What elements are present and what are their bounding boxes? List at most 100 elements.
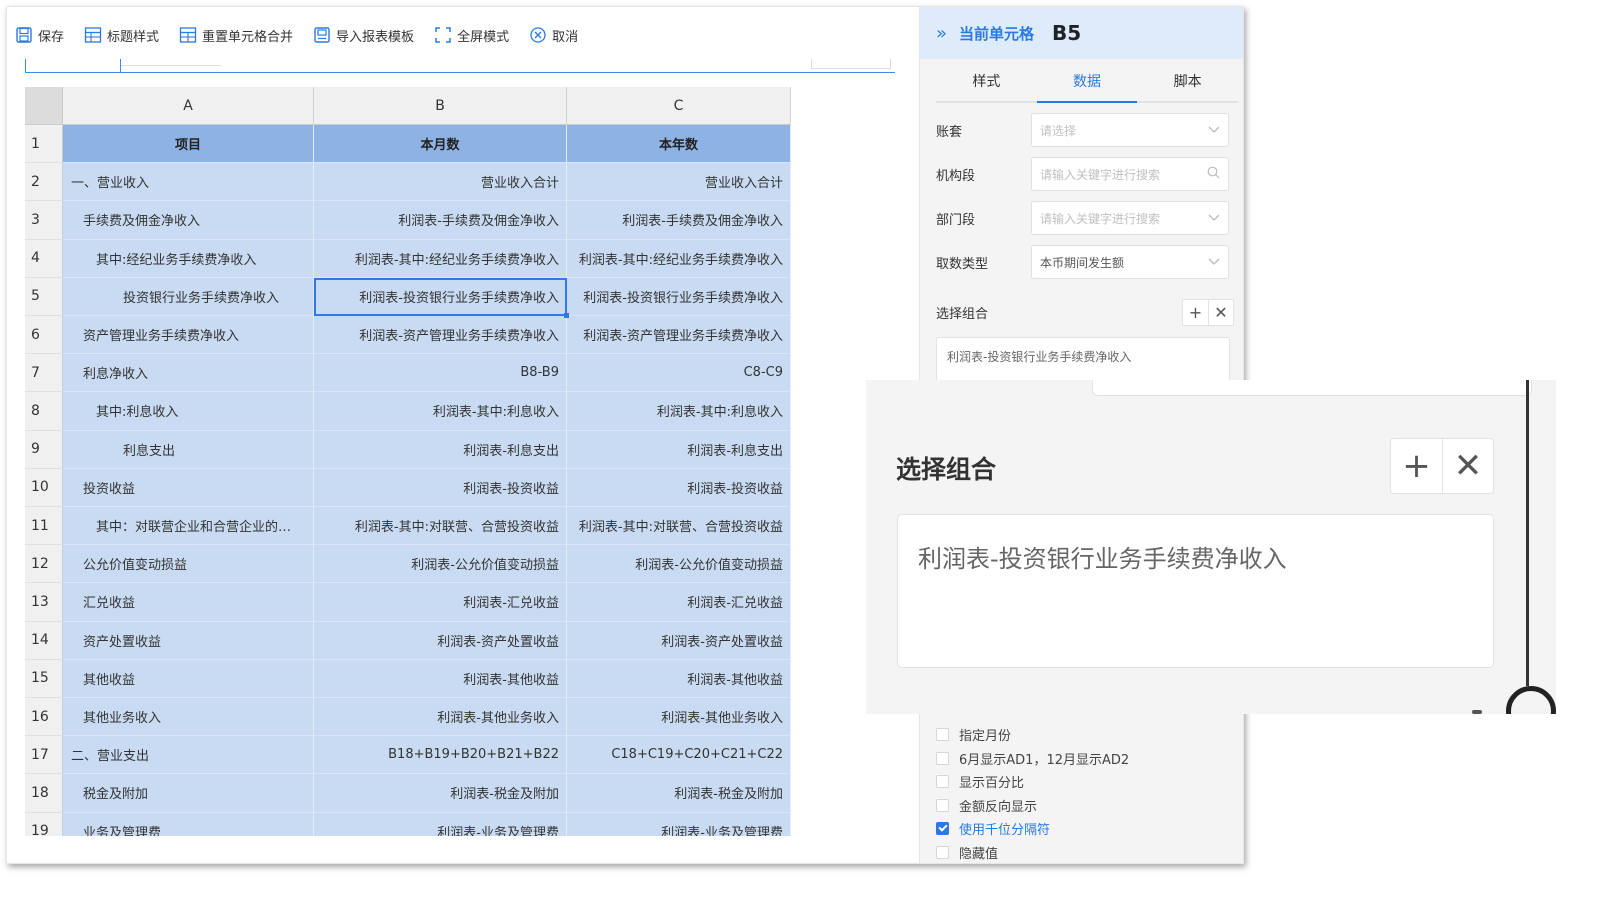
- checkbox-reverse-amount[interactable]: 金额反向显示: [936, 794, 1236, 818]
- cell-b7[interactable]: B8-B9: [314, 354, 567, 393]
- cell-a17[interactable]: 二、营业支出: [63, 736, 314, 775]
- cell-c4[interactable]: 利润表-其中:经纪业务手续费净收入: [567, 239, 791, 278]
- checkbox-box[interactable]: [936, 775, 949, 789]
- cell-a9[interactable]: 利息支出: [63, 430, 314, 469]
- cell-b13[interactable]: 利润表-汇兑收益: [314, 583, 567, 622]
- cell-a5[interactable]: 投资银行业务手续费净收入: [63, 277, 314, 316]
- row-header[interactable]: 14: [25, 621, 63, 660]
- tab-data[interactable]: 数据: [1036, 67, 1138, 103]
- cell-b9[interactable]: 利润表-利息支出: [314, 430, 567, 469]
- checkbox-box[interactable]: [936, 728, 949, 742]
- cell-b16[interactable]: 利润表-其他业务收入: [314, 698, 567, 737]
- title-style-button[interactable]: 标题样式: [84, 26, 159, 45]
- row-header[interactable]: 18: [25, 774, 63, 813]
- fetch-type-select[interactable]: 本币期间发生额: [1031, 245, 1229, 279]
- cell-a11[interactable]: 其中：对联营企业和合营企业的…: [63, 507, 314, 546]
- cell-c3[interactable]: 利润表-手续费及佣金净收入: [567, 201, 791, 240]
- zoom-combo-textarea[interactable]: 利润表-投资银行业务手续费净收入: [897, 514, 1494, 668]
- zoom-add-button[interactable]: +: [1391, 439, 1442, 493]
- cell-b10[interactable]: 利润表-投资收益: [314, 468, 567, 507]
- tab-script[interactable]: 脚本: [1137, 67, 1238, 101]
- save-button[interactable]: 保存: [15, 26, 64, 45]
- cell-c10[interactable]: 利润表-投资收益: [567, 468, 791, 507]
- cell-b4[interactable]: 利润表-其中:经纪业务手续费净收入: [314, 239, 567, 278]
- zoom-clear-button[interactable]: ✕: [1442, 439, 1493, 493]
- cell-a8[interactable]: 其中:利息收入: [63, 392, 314, 431]
- row-header[interactable]: 9: [25, 430, 63, 469]
- checkbox-box[interactable]: [936, 845, 949, 859]
- cell-c8[interactable]: 利润表-其中:利息收入: [567, 392, 791, 431]
- column-header-c[interactable]: C: [567, 87, 791, 125]
- cell-c5[interactable]: 利润表-投资银行业务手续费净收入: [567, 277, 791, 316]
- ledger-select[interactable]: 请选择: [1031, 113, 1229, 147]
- cell-c14[interactable]: 利润表-资产处置收益: [567, 621, 791, 660]
- checkbox-thousands-separator[interactable]: 使用千位分隔符: [936, 817, 1236, 841]
- row-header[interactable]: 15: [25, 659, 63, 698]
- checkbox-box[interactable]: [936, 822, 949, 836]
- cell-c18[interactable]: 利润表-税金及附加: [567, 774, 791, 813]
- cell-c7[interactable]: C8-C9: [567, 354, 791, 393]
- cell-a12[interactable]: 公允价值变动损益: [63, 545, 314, 584]
- cell-a4[interactable]: 其中:经纪业务手续费净收入: [63, 239, 314, 278]
- cell-b14[interactable]: 利润表-资产处置收益: [314, 621, 567, 660]
- cell-b17[interactable]: B18+B19+B20+B21+B22: [314, 736, 567, 775]
- cell-a7[interactable]: 利息净收入: [63, 354, 314, 393]
- selection-fill-handle[interactable]: [564, 313, 569, 318]
- cell-a10[interactable]: 投资收益: [63, 468, 314, 507]
- row-header[interactable]: 11: [25, 507, 63, 546]
- cell-b3[interactable]: 利润表-手续费及佣金净收入: [314, 201, 567, 240]
- org-search-input[interactable]: 请输入关键字进行搜索: [1031, 157, 1229, 191]
- cell-b5[interactable]: 利润表-投资银行业务手续费净收入: [314, 277, 567, 316]
- zoom-scrollbar[interactable]: [1526, 380, 1529, 686]
- import-template-button[interactable]: 导入报表模板: [313, 26, 414, 45]
- cell-c19[interactable]: 利润表-业务及管理费: [567, 812, 791, 836]
- cell-c13[interactable]: 利润表-汇兑收益: [567, 583, 791, 622]
- cell-a1[interactable]: 项目: [63, 125, 314, 164]
- clear-combo-button[interactable]: ✕: [1208, 299, 1233, 325]
- select-all-corner[interactable]: [25, 87, 63, 125]
- cell-b11[interactable]: 利润表-其中:对联营、合营投资收益: [314, 507, 567, 546]
- cell-a2[interactable]: 一、营业收入: [63, 163, 314, 202]
- row-header[interactable]: 12: [25, 545, 63, 584]
- cell-b15[interactable]: 利润表-其他收益: [314, 659, 567, 698]
- row-header[interactable]: 7: [25, 354, 63, 393]
- cell-c11[interactable]: 利润表-其中:对联营、合营投资收益: [567, 507, 791, 546]
- cell-a13[interactable]: 汇兑收益: [63, 583, 314, 622]
- cell-c6[interactable]: 利润表-资产管理业务手续费净收入: [567, 316, 791, 355]
- cell-a16[interactable]: 其他业务收入: [63, 698, 314, 737]
- cell-a15[interactable]: 其他收益: [63, 659, 314, 698]
- cell-a6[interactable]: 资产管理业务手续费净收入: [63, 316, 314, 355]
- cell-a18[interactable]: 税金及附加: [63, 774, 314, 813]
- cell-c16[interactable]: 利润表-其他业务收入: [567, 698, 791, 737]
- row-header[interactable]: 10: [25, 468, 63, 507]
- row-header[interactable]: 16: [25, 698, 63, 737]
- row-header[interactable]: 1: [25, 125, 63, 164]
- reset-merge-button[interactable]: 重置单元格合并: [179, 26, 293, 45]
- cell-c15[interactable]: 利润表-其他收益: [567, 659, 791, 698]
- checkbox-hide-value[interactable]: 隐藏值: [936, 841, 1236, 864]
- checkbox-specific-month[interactable]: 指定月份: [936, 723, 1236, 747]
- tab-style[interactable]: 样式: [936, 67, 1037, 101]
- spreadsheet-grid[interactable]: A B C 1 项目 本月数 本年数 2 一、营业收入 营业收入合计 营业收入合计 3 手续费及佣金净收…: [25, 87, 791, 836]
- cell-b12[interactable]: 利润表-公允价值变动损益: [314, 545, 567, 584]
- cell-a3[interactable]: 手续费及佣金净收入: [63, 201, 314, 240]
- name-box[interactable]: [25, 59, 121, 73]
- cell-c12[interactable]: 利润表-公允价值变动损益: [567, 545, 791, 584]
- cell-b1[interactable]: 本月数: [314, 125, 567, 164]
- row-header[interactable]: 5: [25, 277, 63, 316]
- cell-c9[interactable]: 利润表-利息支出: [567, 430, 791, 469]
- row-header[interactable]: 4: [25, 239, 63, 278]
- row-header[interactable]: 17: [25, 736, 63, 775]
- row-header[interactable]: 2: [25, 163, 63, 202]
- checkbox-box[interactable]: [936, 751, 949, 765]
- cell-c17[interactable]: C18+C19+C20+C21+C22: [567, 736, 791, 775]
- add-combo-button[interactable]: +: [1183, 300, 1208, 325]
- checkbox-june-dec-display[interactable]: 6月显示AD1，12月显示AD2: [936, 747, 1236, 771]
- row-header[interactable]: 13: [25, 583, 63, 622]
- cancel-button[interactable]: 取消: [529, 26, 578, 45]
- cell-b19[interactable]: 利润表-业务及管理费: [314, 812, 567, 836]
- row-header[interactable]: 6: [25, 316, 63, 355]
- cell-c1[interactable]: 本年数: [567, 125, 791, 164]
- dept-select[interactable]: 请输入关键字进行搜索: [1031, 201, 1229, 235]
- cell-b18[interactable]: 利润表-税金及附加: [314, 774, 567, 813]
